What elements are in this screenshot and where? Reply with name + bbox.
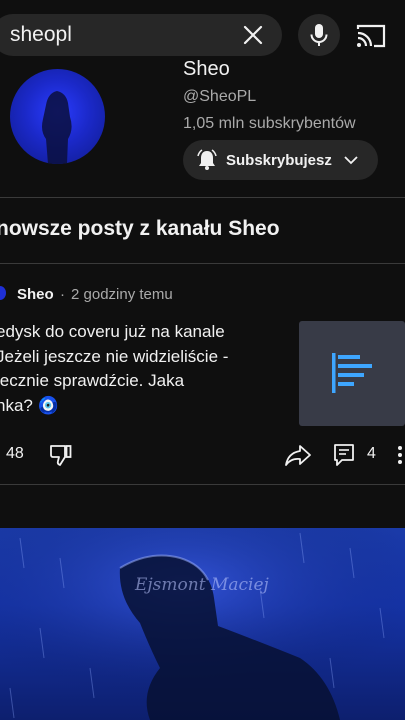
subscriber-count: 1,05 mln subskrybentów [183,115,356,132]
post-author[interactable]: Sheo [17,286,54,303]
playlist-bars-icon [332,352,372,393]
divider [0,484,405,485]
clear-search-icon[interactable] [238,20,268,50]
channel-name[interactable]: Sheo [183,58,230,81]
separator-dot: · [60,286,65,303]
divider [0,197,405,198]
cast-icon[interactable] [354,20,388,52]
search-input[interactable]: sheopl [10,23,72,47]
share-icon[interactable] [284,442,312,468]
video-watermark: Ejsmont Maciej [135,575,269,595]
divider [0,263,405,264]
chevron-down-icon [344,156,358,165]
posts-section-heading: nowsze posty z kanału Sheo [0,217,280,240]
dislike-icon[interactable] [48,442,74,468]
subscribe-label: Subskrybujesz [226,151,332,169]
channel-avatar[interactable] [10,69,105,164]
like-count: 48 [6,445,24,462]
more-options-icon[interactable] [395,443,405,467]
bell-icon [197,149,217,170]
post-author-avatar[interactable] [0,286,6,300]
subscribed-button[interactable]: Subskrybujesz [183,140,378,180]
post-text[interactable]: edysk do coveru już na kanale Jeżeli jes… [0,320,286,418]
voice-search-button[interactable] [298,14,340,56]
channel-handle: @SheoPL [183,88,257,105]
comment-icon[interactable] [332,442,356,468]
comment-count: 4 [367,445,376,462]
post-timestamp: 2 godziny temu [71,286,173,303]
microphone-icon [310,24,328,46]
post-attachment-thumbnail[interactable] [299,321,405,426]
video-thumbnail[interactable] [0,528,405,720]
